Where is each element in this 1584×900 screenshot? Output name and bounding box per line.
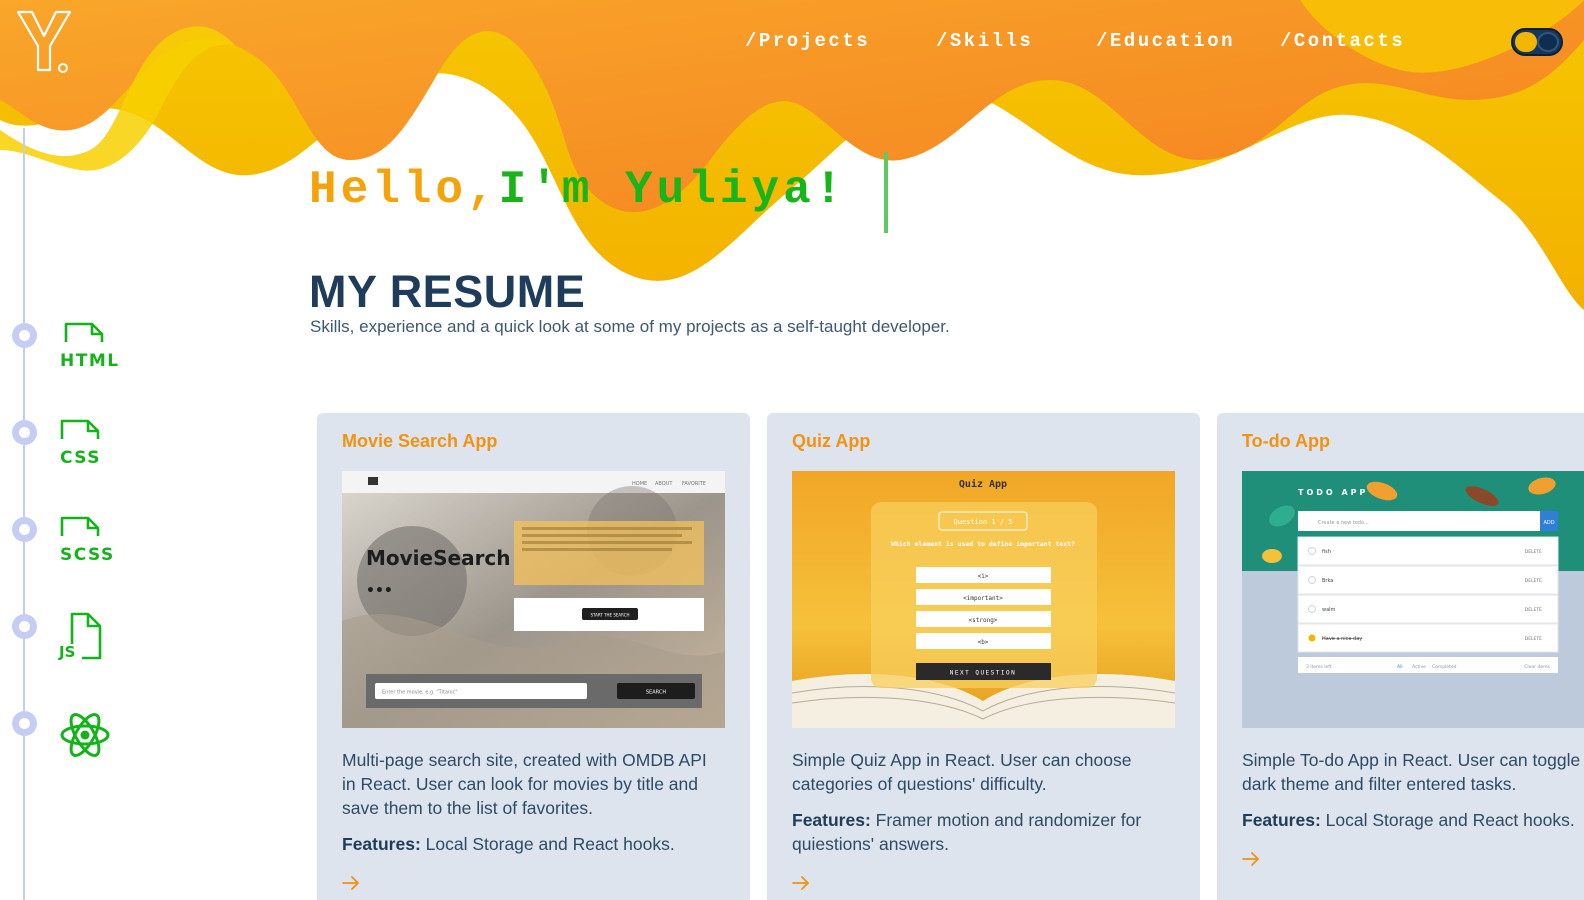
mock-todo-item: walm [1322, 607, 1336, 613]
mock-cta: START THE SEARCH [590, 613, 629, 618]
mock-todo-item: Brka [1322, 578, 1333, 584]
timeline-dot [12, 711, 37, 736]
skill-label-html: HTML [60, 351, 118, 371]
mock-search-button: SEARCH [646, 690, 666, 696]
project-screenshot[interactable]: HOME ABOUT FAVORITE MovieSearch ••• STAR… [342, 471, 725, 728]
mock-delete: DELETE [1525, 549, 1542, 555]
project-description: Simple To-do App in React. User can togg… [1242, 750, 1584, 794]
greeting-hello: Hello, [309, 164, 499, 216]
arrow-right-icon[interactable] [792, 875, 810, 891]
greeting-name: I'm Yuliya! [498, 164, 847, 216]
project-title: To-do App [1242, 431, 1330, 451]
nav-link-education[interactable]: /Education [1096, 30, 1235, 52]
nav-link-contacts[interactable]: /Contacts [1280, 30, 1405, 52]
mock-add-button: ADD [1543, 520, 1554, 526]
features-text: Local Storage and React hooks. [425, 834, 675, 854]
project-screenshot[interactable]: Quiz App Question 1 / 5 Which element is… [792, 471, 1175, 728]
mock-filter: Active [1412, 664, 1426, 670]
skill-label-js: JS [58, 643, 75, 661]
mock-todo-item: fish [1322, 549, 1331, 555]
project-card-quiz[interactable]: Quiz App Quiz App Question 1 / 5 Which e… [767, 413, 1200, 900]
project-screenshot[interactable]: TODO APP Create a new todo... ADD fish D… [1242, 471, 1584, 728]
mock-filter: Completed [1432, 664, 1457, 670]
react-atom-icon[interactable] [58, 710, 112, 760]
skill-label-scss: SCSS [60, 545, 115, 565]
scss-file-icon[interactable]: SCSS [58, 514, 120, 566]
timeline-dot [12, 323, 37, 348]
timeline-line [23, 128, 25, 900]
svg-text:•••: ••• [366, 583, 393, 599]
mock-footer-left: 3 items left [1306, 664, 1332, 670]
project-description: Simple Quiz App in React. User can choos… [792, 750, 1132, 794]
mock-answer: <b> [978, 639, 989, 646]
toggle-knob [1537, 32, 1559, 52]
mock-nav-favorite: FAVORITE [682, 481, 706, 487]
page-subtitle: Skills, experience and a quick look at s… [310, 317, 950, 336]
features-label: Features: [342, 834, 421, 854]
js-file-icon[interactable]: JS [58, 610, 106, 662]
mock-delete: DELETE [1525, 636, 1542, 642]
html-file-icon[interactable]: HTML [58, 320, 118, 372]
mock-delete: DELETE [1525, 578, 1542, 584]
mock-answer: <i> [978, 573, 989, 580]
mock-next-button: NEXT QUESTION [950, 670, 1016, 677]
project-features: Features: Framer motion and randomizer f… [792, 808, 1182, 856]
mock-heading: Quiz App [959, 478, 1007, 490]
features-text: Local Storage and React hooks. [1325, 810, 1575, 830]
mock-answer: <strong> [969, 617, 998, 624]
timeline-dot [12, 420, 37, 445]
toggle-track-highlight [1515, 32, 1537, 52]
mock-question: Which element is used to define importan… [891, 540, 1075, 548]
mock-progress: Question 1 / 5 [953, 518, 1012, 526]
project-card-todo[interactable]: To-do App TODO APP Create a new todo... … [1217, 413, 1584, 900]
project-title: Quiz App [792, 431, 871, 451]
mock-clear: Clear items [1524, 664, 1550, 670]
theme-toggle[interactable] [1511, 28, 1563, 56]
project-title: Movie Search App [342, 431, 498, 451]
nav-link-projects[interactable]: /Projects [745, 30, 870, 52]
mock-todo-input: Create a new todo... [1318, 520, 1369, 526]
features-label: Features: [1242, 810, 1321, 830]
mock-search-placeholder: Enter the movie, e.g. "Titanic" [382, 690, 458, 696]
mock-nav-about: ABOUT [655, 481, 673, 487]
skill-label-css: CSS [60, 448, 101, 468]
timeline-dot [12, 517, 37, 542]
project-features: Features: Local Storage and React hooks. [1242, 808, 1584, 832]
mock-filter: All [1397, 664, 1403, 670]
mock-delete: DELETE [1525, 607, 1542, 613]
timeline-dot [12, 614, 37, 639]
typing-cursor [884, 152, 888, 233]
page-title: MY RESUME [309, 266, 586, 317]
mock-todo-item: Have a nice day [1322, 636, 1362, 642]
arrow-right-icon[interactable] [1242, 851, 1260, 867]
nav-link-skills[interactable]: /Skills [936, 30, 1033, 52]
features-label: Features: [792, 810, 871, 830]
main-nav: /Projects /Skills /Education /Contacts [0, 30, 1584, 60]
mock-answer: <important> [963, 595, 1003, 602]
hero-greeting: Hello,I'm Yuliya! [309, 164, 846, 216]
project-card-movie-search[interactable]: Movie Search App HOME ABOUT FAVORITE Mov… [317, 413, 750, 900]
mock-heading: MovieSearch [366, 546, 511, 570]
css-file-icon[interactable]: CSS [58, 417, 118, 469]
mock-heading: TODO APP [1298, 488, 1368, 497]
arrow-right-icon[interactable] [342, 875, 360, 891]
project-features: Features: Local Storage and React hooks. [342, 832, 732, 856]
project-description: Multi-page search site, created with OMD… [342, 750, 707, 818]
